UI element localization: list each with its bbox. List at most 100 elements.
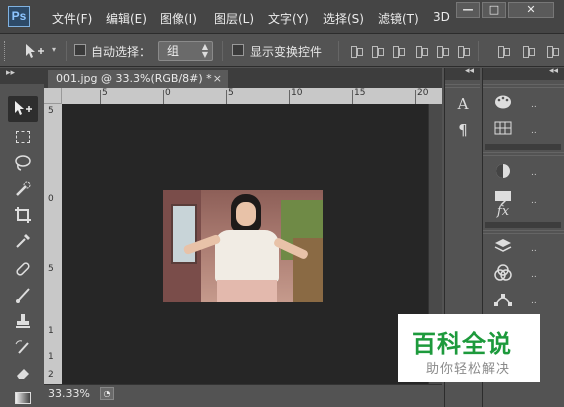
healing-brush-tool[interactable] <box>8 256 38 282</box>
clone-stamp-tool[interactable] <box>8 308 38 334</box>
adjustments-icon[interactable] <box>493 162 513 182</box>
paragraph-icon[interactable]: ¶ <box>453 120 473 140</box>
options-grip[interactable] <box>4 41 7 61</box>
panel-label-dots: .. <box>531 244 537 254</box>
watermark-subtitle: 助你轻松解决 <box>426 362 511 377</box>
auto-select-dropdown[interactable]: 组 ▲ ▼ <box>158 41 213 61</box>
menu-filter[interactable]: 滤镜(T) <box>378 10 419 27</box>
zoom-level[interactable]: 33.33% <box>48 387 90 400</box>
channels-icon[interactable] <box>493 264 513 284</box>
panel-grip[interactable] <box>483 152 564 156</box>
panel-dock-header: ◂◂ <box>483 66 564 80</box>
paths-icon[interactable] <box>493 290 513 310</box>
chevron-updown-icon: ▲ ▼ <box>201 42 208 59</box>
swatches-icon[interactable] <box>493 120 513 140</box>
menu-3d[interactable]: 3D <box>433 10 450 24</box>
status-menu-icon[interactable]: ◔ <box>100 387 114 400</box>
ruler-tick <box>100 90 101 104</box>
quick-select-tool[interactable] <box>8 176 38 202</box>
divider <box>338 41 339 61</box>
panel-grip[interactable] <box>483 230 564 234</box>
tool-preset-chevron-icon[interactable]: ▾ <box>52 45 56 54</box>
align-vcenter-icon[interactable] <box>370 44 384 58</box>
photo-window <box>171 204 197 264</box>
align-left-icon[interactable] <box>414 44 428 58</box>
crop-tool[interactable] <box>8 202 38 228</box>
panel-label-dots: .. <box>531 126 537 136</box>
fx-icon[interactable]: fx <box>493 202 513 222</box>
menu-edit[interactable]: 编辑(E) <box>106 10 147 27</box>
distribute-top-icon[interactable] <box>496 44 510 58</box>
history-brush-tool[interactable] <box>8 334 38 360</box>
collapse-icon[interactable]: ◂◂ <box>465 66 474 76</box>
menu-select[interactable]: 选择(S) <box>323 10 364 27</box>
toolbox-header: ▸▸ <box>0 68 44 84</box>
lasso-icon <box>15 155 31 171</box>
panel-group-divider <box>485 222 561 228</box>
move-tool-icon[interactable] <box>24 43 46 59</box>
expand-icon[interactable]: ▸▸ <box>6 68 15 78</box>
photo-skirt <box>217 280 277 302</box>
ruler-tick <box>226 90 227 104</box>
ruler-horizontal[interactable]: 5 0 5 10 15 20 <box>62 88 442 104</box>
divider <box>66 41 67 61</box>
ruler-tick <box>289 90 290 104</box>
align-top-icon[interactable] <box>349 44 363 58</box>
color-palette-icon[interactable] <box>493 94 513 114</box>
bandage-icon <box>16 262 30 276</box>
quick-select-icon <box>16 181 31 196</box>
panel-group-divider <box>485 144 561 150</box>
gradient-tool[interactable] <box>8 384 38 407</box>
align-right-icon[interactable] <box>456 44 470 58</box>
align-bottom-icon[interactable] <box>391 44 405 58</box>
brush-tool[interactable] <box>8 282 38 308</box>
menu-bar: Ps 文件(F) 编辑(E) 图像(I) 图层(L) 文字(Y) 选择(S) 滤… <box>0 0 564 34</box>
ruler-tick-label: 1 <box>48 326 54 336</box>
panel-label-dots: .. <box>531 196 537 206</box>
minimize-button[interactable]: — <box>456 2 480 18</box>
move-tool[interactable] <box>8 96 38 122</box>
auto-select-checkbox[interactable] <box>74 44 86 56</box>
menu-file[interactable]: 文件(F) <box>52 10 92 27</box>
document-image[interactable] <box>163 190 323 302</box>
align-hcenter-icon[interactable] <box>435 44 449 58</box>
ruler-tick-label: 1 <box>48 352 54 362</box>
divider <box>222 41 223 61</box>
distribute-bottom-icon[interactable] <box>545 44 559 58</box>
show-transform-label: 显示变换控件 <box>250 45 323 59</box>
distribute-vcenter-icon[interactable] <box>521 44 535 58</box>
auto-select-label: 自动选择： <box>91 45 152 59</box>
baike-watermark: 百科全说 助你轻松解决 <box>398 314 540 382</box>
close-window-button[interactable]: ✕ <box>508 2 554 18</box>
menu-layer[interactable]: 图层(L) <box>214 10 254 27</box>
ruler-vertical[interactable]: 5 0 5 1 1 2 <box>44 104 62 384</box>
eyedropper-icon <box>16 234 30 248</box>
ruler-tick-label: 5 <box>228 88 234 98</box>
panel-label-dots: .. <box>531 270 537 280</box>
document-tab[interactable]: 001.jpg @ 33.3%(RGB/8#) * × <box>48 70 228 88</box>
canvas-area[interactable] <box>62 104 428 384</box>
document-tab-title: 001.jpg @ 33.3%(RGB/8#) * <box>56 72 212 85</box>
menu-type[interactable]: 文字(Y) <box>268 10 309 27</box>
crop-icon <box>15 207 31 223</box>
eraser-tool[interactable] <box>8 360 38 386</box>
character-icon[interactable]: A <box>453 94 473 114</box>
expand-panels-icon[interactable]: ◂◂ <box>549 66 558 76</box>
ruler-tick-label: 0 <box>48 194 54 204</box>
layers-icon[interactable] <box>493 238 513 258</box>
eyedropper-tool[interactable] <box>8 228 38 254</box>
menu-image[interactable]: 图像(I) <box>160 10 197 27</box>
ruler-tick-label: 20 <box>417 88 429 98</box>
marquee-tool[interactable] <box>8 124 38 150</box>
move-icon <box>15 101 32 115</box>
show-transform-checkbox[interactable] <box>232 44 244 56</box>
close-tab-icon[interactable]: × <box>213 70 222 88</box>
watermark-title: 百科全说 <box>412 330 512 358</box>
panel-grip[interactable] <box>445 84 480 88</box>
lasso-tool[interactable] <box>8 150 38 176</box>
restore-button[interactable]: □ <box>482 2 506 18</box>
panel-grip[interactable] <box>483 84 564 88</box>
options-bar: ▾ 自动选择： 组 ▲ ▼ 显示变换控件 <box>0 35 564 67</box>
ruler-origin[interactable] <box>44 88 62 104</box>
stamp-icon <box>16 314 30 328</box>
